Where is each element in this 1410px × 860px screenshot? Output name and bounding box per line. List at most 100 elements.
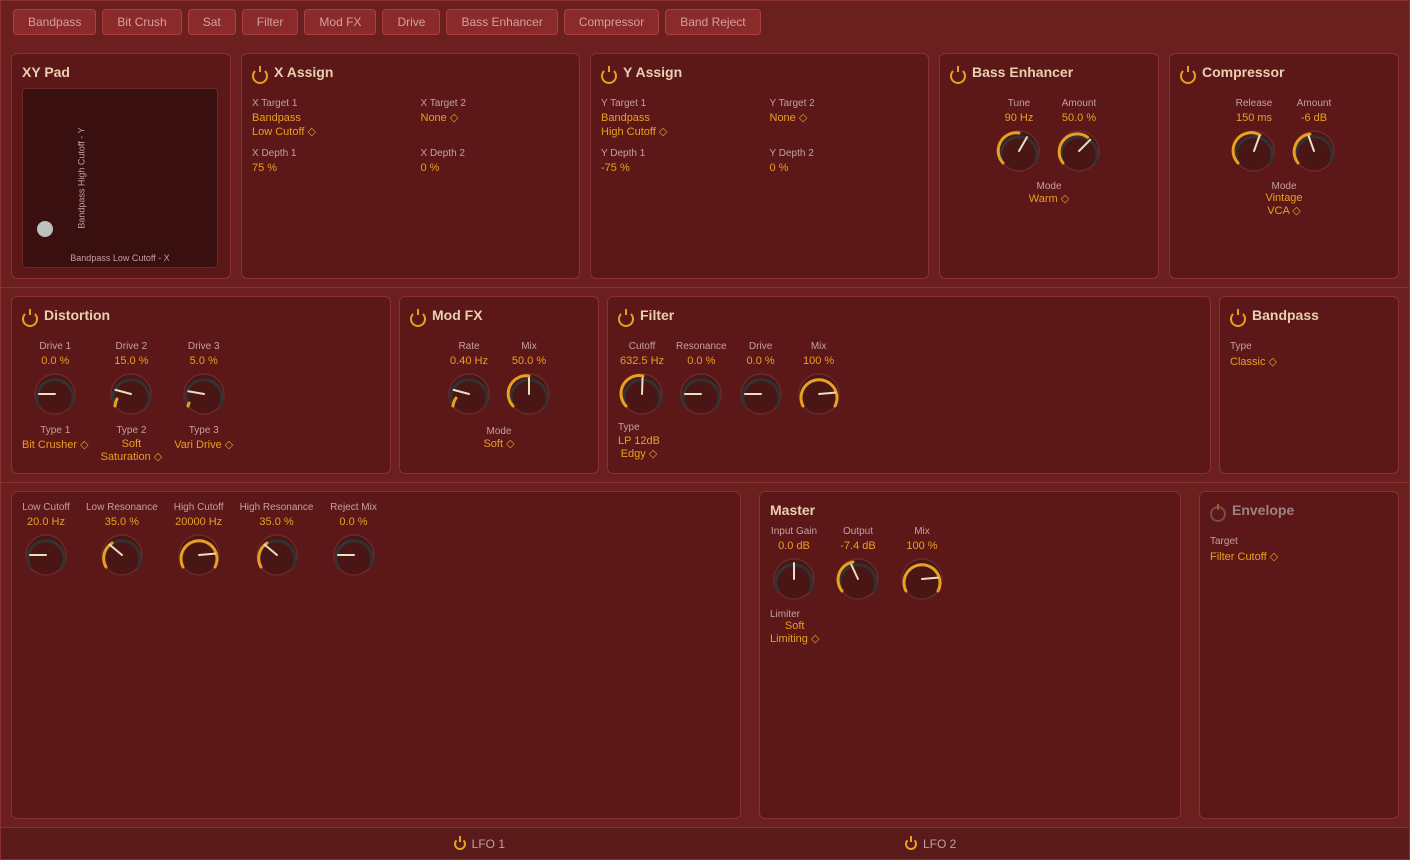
filter-drive-knob[interactable] <box>737 370 785 418</box>
mod-mode-label: Mode <box>486 426 511 437</box>
bass-enhancer-power[interactable] <box>950 68 966 84</box>
high-resonance-knob[interactable] <box>253 531 301 579</box>
compressor-knobs: Release 150 ms Amount <box>1180 98 1388 175</box>
master-limiter-value[interactable]: SoftLimiting ◇ <box>770 620 819 645</box>
drive3-knob[interactable] <box>180 370 228 418</box>
comp-mode-value[interactable]: VintageVCA ◇ <box>1265 192 1302 217</box>
bass-amount-knob[interactable] <box>1055 127 1103 175</box>
y-depth2-label: Y Depth 2 <box>770 148 919 159</box>
nav-tab-bass_enhancer[interactable]: Bass Enhancer <box>446 9 557 35</box>
master-output-knob[interactable] <box>834 555 882 603</box>
filter-resonance-knob[interactable] <box>677 370 725 418</box>
distortion-power[interactable] <box>22 311 38 327</box>
drive2-container: Drive 2 15.0 % Type 2 S <box>101 341 163 463</box>
high-resonance-container: High Resonance 35.0 % <box>240 502 314 579</box>
filter-cutoff-container: Cutoff 632.5 Hz <box>618 341 666 418</box>
y-depth1-label: Y Depth 1 <box>601 148 750 159</box>
low-cutoff-label: Low Cutoff <box>22 502 70 513</box>
envelope-power[interactable] <box>1210 506 1226 522</box>
bass-enhancer-title: Bass Enhancer <box>972 64 1073 80</box>
high-cutoff-knob[interactable] <box>175 531 223 579</box>
mod-fx-knobs: Rate 0.40 Hz Mix 5 <box>410 341 588 418</box>
master-mix-value: 100 % <box>906 540 937 552</box>
drive1-knob[interactable] <box>31 370 79 418</box>
mod-mix-value: 50.0 % <box>512 355 546 367</box>
lfo1-power[interactable] <box>454 838 466 850</box>
master-mix-knob[interactable] <box>898 555 946 603</box>
distortion-panel: Distortion Drive 1 0.0 % <box>11 296 391 474</box>
nav-tab-bitcrush[interactable]: Bit Crush <box>102 9 181 35</box>
nav-tab-bandpass[interactable]: Bandpass <box>13 9 96 35</box>
type3-value[interactable]: Vari Drive ◇ <box>174 438 233 451</box>
comp-amount-knob-container: Amount -6 dB <box>1290 98 1338 175</box>
mod-fx-title: Mod FX <box>432 307 483 323</box>
content-area: XY Pad Bandpass High Cutoff - Y Bandpass… <box>1 43 1409 859</box>
nav-tab-sat[interactable]: Sat <box>188 9 236 35</box>
bass-mode-row: Mode Warm ◇ <box>950 181 1148 205</box>
compressor-title: Compressor <box>1202 64 1284 80</box>
x-depth2-value: 0 % <box>421 161 570 175</box>
nav-tab-modfx[interactable]: Mod FX <box>304 9 376 35</box>
comp-amount-knob[interactable] <box>1290 127 1338 175</box>
nav-tab-drive[interactable]: Drive <box>382 9 440 35</box>
low-cutoff-knob[interactable] <box>22 531 70 579</box>
filter-drive-container: Drive 0.0 % <box>737 341 785 418</box>
low-resonance-label: Low Resonance <box>86 502 158 513</box>
low-resonance-knob[interactable] <box>98 531 146 579</box>
nav-tab-filter[interactable]: Filter <box>242 9 299 35</box>
y-assign-power[interactable] <box>601 68 617 84</box>
x-depth1-label: X Depth 1 <box>252 148 401 159</box>
filter-power[interactable] <box>618 311 634 327</box>
master-panel: Master Input Gain 0.0 dB <box>759 491 1181 819</box>
high-cutoff-container: High Cutoff 20000 Hz <box>174 502 224 579</box>
xy-pad-x-label: Bandpass Low Cutoff - X <box>70 253 169 263</box>
bass-tune-label: Tune <box>1008 98 1030 109</box>
bandpass-title: Bandpass <box>1252 307 1319 323</box>
filter-type-value[interactable]: LP 12dBEdgy ◇ <box>618 435 660 460</box>
xy-pad-area[interactable]: Bandpass High Cutoff - Y Bandpass Low Cu… <box>22 88 218 268</box>
distortion-title: Distortion <box>44 307 110 323</box>
comp-release-knob[interactable] <box>1230 127 1278 175</box>
bandpass-type-value[interactable]: Classic ◇ <box>1230 355 1277 368</box>
bandpass-panel: Bandpass Type Classic ◇ <box>1219 296 1399 474</box>
nav-tab-compressor[interactable]: Compressor <box>564 9 659 35</box>
nav-tab-band_reject[interactable]: Band Reject <box>665 9 760 35</box>
y-target1-value: BandpassHigh Cutoff ◇ <box>601 111 750 140</box>
reject-mix-knob[interactable] <box>330 531 378 579</box>
bandpass-power[interactable] <box>1230 311 1246 327</box>
master-output-label: Output <box>843 526 873 537</box>
mod-mix-container: Mix 50.0 % <box>505 341 553 418</box>
mod-fx-power[interactable] <box>410 311 426 327</box>
type2-value[interactable]: SoftSaturation ◇ <box>101 438 163 463</box>
comp-amount-label: Amount <box>1297 98 1331 109</box>
master-limiter-row: Limiter SoftLimiting ◇ <box>770 609 1170 645</box>
comp-mode-row: Mode VintageVCA ◇ <box>1180 181 1388 217</box>
x-depth2-label: X Depth 2 <box>421 148 570 159</box>
compressor-power[interactable] <box>1180 68 1196 84</box>
envelope-target-value[interactable]: Filter Cutoff ◇ <box>1210 550 1278 563</box>
bass-mode-value[interactable]: Warm ◇ <box>1029 192 1069 205</box>
filter-cutoff-knob[interactable] <box>618 370 666 418</box>
mod-mix-knob[interactable] <box>505 370 553 418</box>
bass-tune-knob[interactable] <box>995 127 1043 175</box>
filter-type-label: Type <box>618 422 640 433</box>
lfo2-power[interactable] <box>905 838 917 850</box>
lfo2-section: LFO 2 <box>905 837 956 851</box>
master-input-gain-knob[interactable] <box>770 555 818 603</box>
mod-rate-label: Rate <box>458 341 479 352</box>
mod-mode-value[interactable]: Soft ◇ <box>483 437 514 450</box>
drive2-knob[interactable] <box>107 370 155 418</box>
high-resonance-value: 35.0 % <box>259 516 293 528</box>
bass-enhancer-knobs: Tune 90 Hz Amount <box>950 98 1148 175</box>
x-target1-value: BandpassLow Cutoff ◇ <box>252 111 401 140</box>
bass-amount-knob-container: Amount 50.0 % <box>1055 98 1103 175</box>
xy-pad-y-label: Bandpass High Cutoff - Y <box>77 127 87 228</box>
drive1-value: 0.0 % <box>41 355 69 367</box>
x-target1-label: X Target 1 <box>252 98 401 109</box>
filter-mix-knob[interactable] <box>795 370 843 418</box>
mod-rate-knob[interactable] <box>445 370 493 418</box>
type1-row: Type 1 Bit Crusher ◇ <box>22 425 89 451</box>
x-assign-power[interactable] <box>252 68 268 84</box>
type1-value[interactable]: Bit Crusher ◇ <box>22 438 89 451</box>
low-cutoff-value: 20.0 Hz <box>27 516 65 528</box>
